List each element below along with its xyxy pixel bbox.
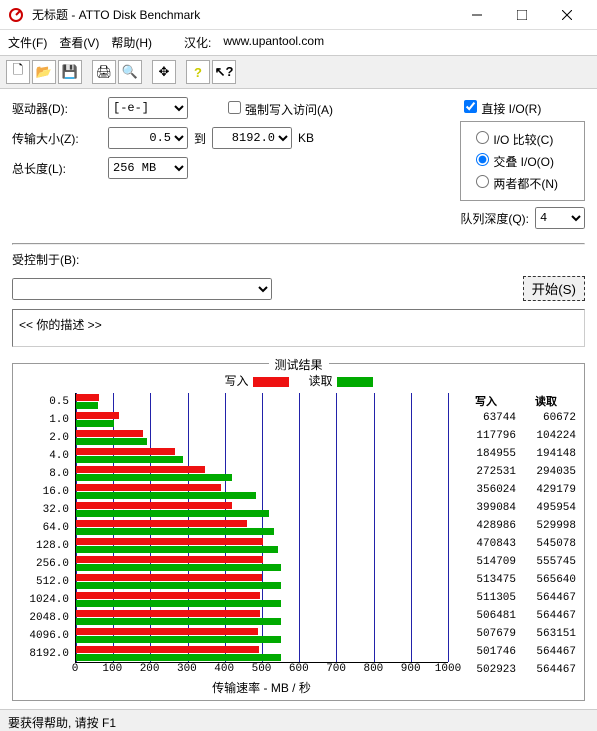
transfer-label: 传输大小(Z): (12, 130, 102, 147)
total-label: 总长度(L): (12, 160, 102, 177)
form-area: 驱动器(D): [-e-] 强制写入访问(A) 传输大小(Z): 0.5 到 8… (0, 89, 597, 355)
to-label: 到 (194, 130, 206, 147)
open-button[interactable]: 📂 (32, 60, 56, 84)
legend-read-swatch (337, 377, 373, 387)
menu-file[interactable]: 文件(F) (8, 34, 47, 51)
close-button[interactable] (544, 0, 589, 30)
chart: 0.51.02.04.08.016.032.064.0128.0256.0512… (21, 393, 448, 696)
queue-label: 队列深度(Q): (460, 210, 529, 227)
col-read: 读取 (516, 393, 576, 409)
legend-write-swatch (253, 377, 289, 387)
controlled-label: 受控制于(B): (12, 251, 79, 268)
app-icon (8, 7, 24, 23)
menubar: 文件(F) 查看(V) 帮助(H) 汉化: www.upantool.com (0, 30, 597, 56)
io-compare-radio[interactable]: I/O 比较(C) (471, 128, 574, 150)
force-write-checkbox[interactable]: 强制写入访问(A) (224, 98, 333, 118)
statusbar: 要获得帮助, 请按 F1 (0, 709, 597, 731)
transfer-from-select[interactable]: 0.5 (108, 127, 188, 149)
col-write: 写入 (456, 393, 516, 409)
direct-io-checkbox[interactable]: 直接 I/O(R) (460, 97, 585, 117)
x-axis-label: 传输速率 - MB / 秒 (75, 679, 448, 696)
window-title: 无标题 - ATTO Disk Benchmark (32, 6, 454, 23)
controlled-select[interactable] (12, 278, 272, 300)
unit-label: KB (298, 131, 314, 145)
results-title: 测试结果 (268, 356, 328, 373)
preview-button[interactable]: 🔍 (118, 60, 142, 84)
neither-radio[interactable]: 两者都不(N) (471, 172, 574, 194)
titlebar: 无标题 - ATTO Disk Benchmark (0, 0, 597, 30)
hanhua-url[interactable]: www.upantool.com (223, 34, 324, 51)
new-button[interactable]: 🗋 (6, 60, 30, 84)
move-button[interactable]: ✥ (152, 60, 176, 84)
queue-select[interactable]: 4 (535, 207, 585, 229)
total-select[interactable]: 256 MB (108, 157, 188, 179)
values-table: 写入读取 63744606721177961042241849551941482… (456, 393, 576, 696)
drive-select[interactable]: [-e-] (108, 97, 188, 119)
toolbar: 🗋 📂 💾 🖨 🔍 ✥ ? ↖? (0, 56, 597, 89)
legend-read-label: 读取 (309, 374, 333, 388)
hanhua-label: 汉化: (184, 34, 211, 51)
context-help-button[interactable]: ↖? (212, 60, 236, 84)
save-button[interactable]: 💾 (58, 60, 82, 84)
legend: 写入 读取 (21, 372, 576, 389)
description-box[interactable]: << 你的描述 >> (12, 309, 585, 347)
legend-write-label: 写入 (224, 374, 248, 388)
minimize-button[interactable] (454, 0, 499, 30)
print-button[interactable]: 🖨 (92, 60, 116, 84)
maximize-button[interactable] (499, 0, 544, 30)
transfer-to-select[interactable]: 8192.0 (212, 127, 292, 149)
start-button[interactable]: 开始(S) (523, 276, 585, 301)
drive-label: 驱动器(D): (12, 100, 102, 117)
help-button[interactable]: ? (186, 60, 210, 84)
io-mode-group: I/O 比较(C) 交叠 I/O(O) 两者都不(N) (460, 121, 585, 201)
menu-view[interactable]: 查看(V) (59, 34, 99, 51)
menu-help[interactable]: 帮助(H) (111, 34, 152, 51)
overlap-io-radio[interactable]: 交叠 I/O(O) (471, 150, 574, 172)
results-group: 测试结果 写入 读取 0.51.02.04.08.016.032.064.012… (12, 363, 585, 701)
